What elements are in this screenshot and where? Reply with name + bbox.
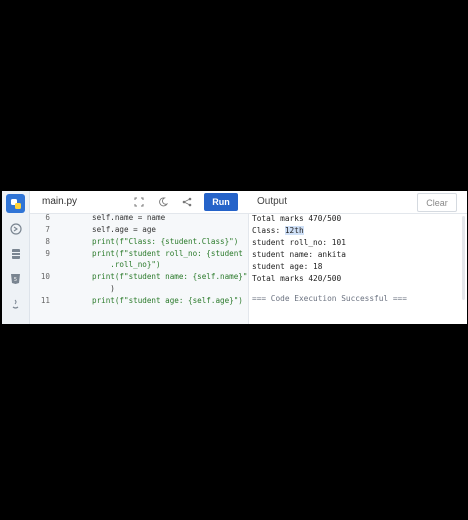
line-number: 8 — [45, 237, 50, 246]
line-number: 9 — [45, 249, 50, 258]
code-text: .roll_no}") — [92, 260, 161, 269]
output-line: Total marks 470/500 — [252, 214, 342, 223]
toolbar: main.py Run Output Clear — [30, 191, 467, 214]
html5-icon[interactable]: 5 — [6, 269, 25, 288]
output-line: student roll_no: 101 — [252, 238, 346, 247]
output-line: Class: 12th — [252, 226, 304, 235]
line-number: 11 — [40, 296, 50, 305]
share-icon[interactable] — [180, 195, 194, 209]
file-tab[interactable]: main.py — [42, 191, 77, 213]
svg-text:5: 5 — [14, 277, 17, 283]
output-label: Output — [257, 196, 288, 207]
code-text: print(f"Class: {student.Class}") — [92, 237, 239, 246]
line-number: 7 — [45, 225, 50, 234]
clear-button[interactable]: Clear — [417, 193, 457, 212]
code-text: self.age = age — [92, 225, 157, 234]
execution-status: === Code Execution Successful === — [252, 294, 407, 303]
scrollbar[interactable] — [462, 216, 465, 300]
selected-text: 12th — [284, 226, 304, 235]
line-number: 10 — [40, 272, 50, 281]
expand-icon[interactable] — [132, 195, 146, 209]
output-panel: Total marks 470/500 Class: 12th student … — [249, 214, 467, 324]
database-icon[interactable] — [6, 244, 25, 263]
java-icon[interactable] — [6, 294, 25, 313]
terminal-icon[interactable] — [6, 219, 25, 238]
moon-icon[interactable] — [156, 195, 170, 209]
output-line: Total marks 420/500 — [252, 274, 342, 283]
python-icon[interactable] — [6, 194, 25, 213]
output-line: student name: ankita — [252, 250, 346, 259]
sidebar: 5 — [2, 191, 30, 324]
code-text: ) — [92, 284, 115, 293]
compiler-app: 5 main.py Run Output Clear 6 self.name =… — [2, 191, 467, 324]
run-button[interactable]: Run — [204, 193, 238, 211]
code-editor[interactable]: 6 self.name = name 7 self.age = age 8 pr… — [30, 214, 249, 324]
code-text: print(f"student roll_no: {student — [92, 249, 243, 258]
code-text: print(f"student age: {self.age}") — [92, 296, 243, 305]
line-number: 6 — [45, 214, 50, 222]
output-line: student age: 18 — [252, 262, 323, 271]
output-text: Class: — [252, 226, 285, 235]
code-text: print(f"student name: {self.name}" — [92, 272, 248, 281]
code-text: self.name = name — [92, 214, 166, 222]
